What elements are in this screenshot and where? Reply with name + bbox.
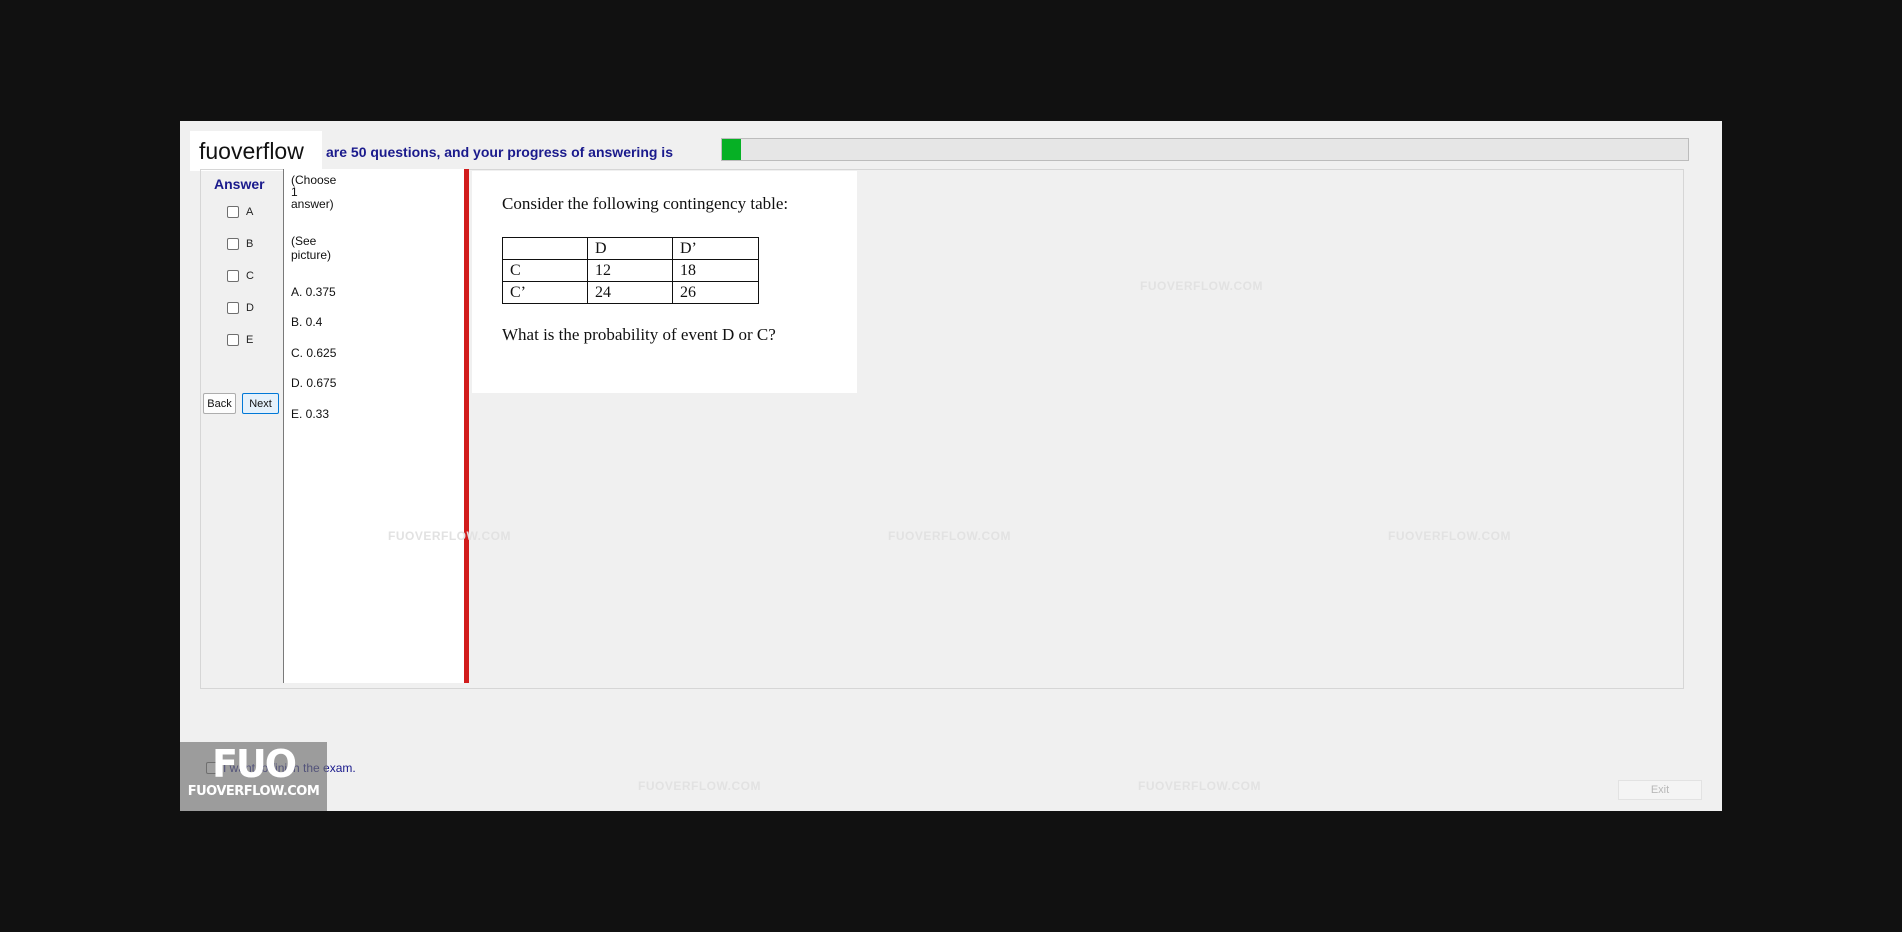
see-picture-line-1: (See (291, 234, 317, 248)
instruction-line-2: 1 (291, 185, 298, 199)
option-a-label: A (246, 206, 254, 218)
see-picture-line-2: picture) (291, 248, 332, 262)
watermark: FUOVERFLOW.COM (1140, 279, 1263, 293)
table-cell: 12 (587, 259, 673, 282)
contingency-table: D D’ C 12 18 C’ 24 26 (502, 237, 759, 304)
table-cell: 24 (587, 281, 673, 304)
table-cell: 18 (672, 259, 759, 282)
watermark: FUOVERFLOW.COM (1138, 779, 1261, 793)
picture-intro: Consider the following contingency table… (502, 194, 789, 213)
corner-watermark-logo: FUO FUOVERFLOW.COM (180, 742, 327, 811)
choice-d: D. 0.675 (291, 376, 337, 390)
option-d[interactable]: D (227, 302, 254, 314)
answer-title: Answer (214, 176, 265, 192)
watermark: FUOVERFLOW.COM (388, 529, 511, 543)
option-e[interactable]: E (227, 334, 253, 346)
choice-c: C. 0.625 (291, 346, 337, 360)
instruction-line-3: answer) (291, 197, 334, 211)
option-c-label: C (246, 270, 254, 282)
corner-logo-mark: FUO (211, 742, 297, 786)
option-e-checkbox[interactable] (227, 334, 239, 346)
next-button[interactable]: Next (242, 393, 279, 414)
progress-fill (722, 139, 742, 160)
watermark: FUOVERFLOW.COM (1388, 529, 1511, 543)
table-row: C 12 18 (502, 259, 759, 282)
panel-divider[interactable] (464, 169, 469, 683)
exit-button[interactable]: Exit (1618, 780, 1702, 800)
option-b[interactable]: B (227, 238, 253, 250)
picture-question: What is the probability of event D or C? (502, 325, 776, 344)
question-panel: (Choose 1 answer) (See picture) A. 0.375… (283, 169, 467, 683)
table-cell: D’ (672, 237, 759, 260)
option-a-checkbox[interactable] (227, 206, 239, 218)
brand-logo: fuoverflow (190, 131, 322, 171)
choice-b: B. 0.4 (291, 315, 323, 329)
progress-bar (721, 138, 1689, 161)
corner-logo-text: FUOVERFLOW.COM (187, 784, 320, 799)
option-c-checkbox[interactable] (227, 270, 239, 282)
choice-a: A. 0.375 (291, 285, 336, 299)
watermark: FUOVERFLOW.COM (638, 779, 761, 793)
option-a[interactable]: A (227, 206, 253, 218)
option-d-label: D (246, 302, 254, 314)
option-d-checkbox[interactable] (227, 302, 239, 314)
option-b-checkbox[interactable] (227, 238, 239, 250)
table-row: D D’ (502, 237, 759, 260)
exam-window: fuoverflow are 50 questions, and your pr… (180, 121, 1722, 811)
choice-e: E. 0.33 (291, 407, 330, 421)
option-e-label: E (246, 334, 254, 346)
progress-text: are 50 questions, and your progress of a… (326, 144, 673, 160)
option-c[interactable]: C (227, 270, 254, 282)
table-cell: 26 (672, 281, 759, 304)
table-cell: C’ (502, 281, 588, 304)
question-picture: Consider the following contingency table… (472, 171, 857, 393)
table-cell: C (502, 259, 588, 282)
table-cell (502, 237, 588, 260)
watermark: FUOVERFLOW.COM (888, 529, 1011, 543)
table-row: C’ 24 26 (502, 281, 759, 304)
table-cell: D (587, 237, 673, 260)
option-b-label: B (246, 238, 254, 250)
back-button[interactable]: Back (203, 393, 236, 414)
